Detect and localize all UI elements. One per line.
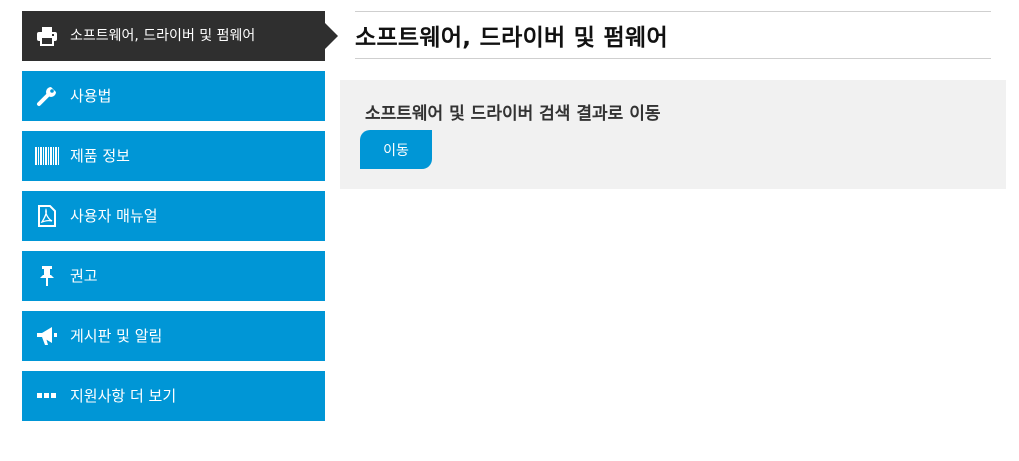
sidebar-item-advisories[interactable]: 권고: [22, 251, 325, 301]
sidebar-item-software-drivers[interactable]: 소프트웨어, 드라이버 및 펌웨어: [22, 11, 338, 61]
sidebar-item-label: 소프트웨어, 드라이버 및 펌웨어: [70, 28, 256, 44]
barcode-icon: [35, 144, 59, 168]
sidebar-item-label: 지원사항 더 보기: [70, 386, 177, 405]
pdf-icon: [35, 204, 59, 228]
sidebar-item-label: 게시판 및 알림: [70, 326, 163, 345]
printer-icon: [35, 24, 59, 48]
sidebar-item-how-to[interactable]: 사용법: [22, 71, 325, 121]
pushpin-icon: [35, 264, 59, 288]
sidebar-item-bulletins-notices[interactable]: 게시판 및 알림: [22, 311, 325, 361]
go-button[interactable]: 이동: [360, 130, 432, 169]
sidebar-item-user-manuals[interactable]: 사용자 매뉴얼: [22, 191, 325, 241]
wrench-icon: [35, 84, 59, 108]
sidebar-item-label: 사용법: [70, 86, 112, 105]
search-results-panel: 소프트웨어 및 드라이버 검색 결과로 이동 이동: [340, 80, 1006, 189]
page-title: 소프트웨어, 드라이버 및 펌웨어: [355, 25, 668, 51]
sidebar: 소프트웨어, 드라이버 및 펌웨어 사용법 제품 정보 사용자 매뉴얼 권고 게…: [22, 11, 338, 431]
sidebar-item-label: 제품 정보: [70, 146, 130, 165]
sidebar-item-more-support[interactable]: 지원사항 더 보기: [22, 371, 325, 421]
sidebar-item-label: 사용자 매뉴얼: [70, 206, 158, 225]
sidebar-item-label: 권고: [70, 266, 98, 285]
panel-description: 소프트웨어 및 드라이버 검색 결과로 이동: [365, 104, 661, 124]
sidebar-item-product-info[interactable]: 제품 정보: [22, 131, 325, 181]
megaphone-icon: [35, 324, 59, 348]
page-title-bar: 소프트웨어, 드라이버 및 펌웨어: [355, 11, 991, 59]
more-icon: [35, 384, 59, 408]
main-content: 소프트웨어, 드라이버 및 펌웨어 소프트웨어 및 드라이버 검색 결과로 이동…: [340, 11, 1006, 189]
